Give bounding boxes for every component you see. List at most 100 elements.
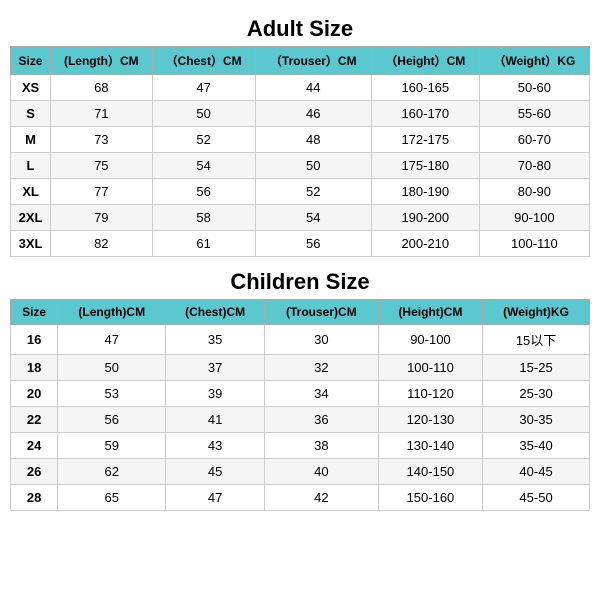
table-cell: 61 xyxy=(152,231,255,257)
table-cell: 90-100 xyxy=(378,325,482,355)
children-size-table: Size(Length)CM(Chest)CM(Trouser)CM(Heigh… xyxy=(10,299,590,511)
table-cell: 50 xyxy=(58,355,166,381)
table-cell: 68 xyxy=(51,75,153,101)
adult-size-title: Adult Size xyxy=(247,16,353,42)
table-cell: 47 xyxy=(58,325,166,355)
table-cell: 24 xyxy=(11,433,58,459)
children-col-header: (Trouser)CM xyxy=(264,300,378,325)
table-cell: 47 xyxy=(166,485,265,511)
table-cell: 37 xyxy=(166,355,265,381)
table-cell: 73 xyxy=(51,127,153,153)
table-cell: XS xyxy=(11,75,51,101)
table-cell: 54 xyxy=(255,205,371,231)
table-row: 20533934110-12025-30 xyxy=(11,381,590,407)
table-cell: 48 xyxy=(255,127,371,153)
table-cell: 50-60 xyxy=(479,75,589,101)
table-cell: 71 xyxy=(51,101,153,127)
table-cell: 56 xyxy=(58,407,166,433)
table-cell: 44 xyxy=(255,75,371,101)
table-cell: 30 xyxy=(264,325,378,355)
table-row: 3XL826156200-210100-110 xyxy=(11,231,590,257)
table-cell: 3XL xyxy=(11,231,51,257)
table-row: M735248172-17560-70 xyxy=(11,127,590,153)
table-cell: 190-200 xyxy=(371,205,479,231)
table-cell: 110-120 xyxy=(378,381,482,407)
table-cell: 39 xyxy=(166,381,265,407)
table-cell: L xyxy=(11,153,51,179)
table-cell: 62 xyxy=(58,459,166,485)
table-cell: 47 xyxy=(152,75,255,101)
adult-col-header: Size xyxy=(11,47,51,75)
table-cell: 15以下 xyxy=(483,325,590,355)
table-cell: 52 xyxy=(152,127,255,153)
adult-col-header: （Trouser）CM xyxy=(255,47,371,75)
table-cell: 20 xyxy=(11,381,58,407)
table-cell: 56 xyxy=(152,179,255,205)
table-cell: 100-110 xyxy=(479,231,589,257)
table-cell: 160-170 xyxy=(371,101,479,127)
table-cell: 50 xyxy=(152,101,255,127)
table-cell: 46 xyxy=(255,101,371,127)
table-cell: XL xyxy=(11,179,51,205)
adult-col-header: （Chest）CM xyxy=(152,47,255,75)
table-cell: 32 xyxy=(264,355,378,381)
table-cell: 42 xyxy=(264,485,378,511)
table-cell: 75 xyxy=(51,153,153,179)
table-cell: 80-90 xyxy=(479,179,589,205)
table-row: XS684744160-16550-60 xyxy=(11,75,590,101)
table-cell: 200-210 xyxy=(371,231,479,257)
table-cell: 53 xyxy=(58,381,166,407)
children-col-header: (Length)CM xyxy=(58,300,166,325)
table-cell: 2XL xyxy=(11,205,51,231)
table-row: 18503732100-11015-25 xyxy=(11,355,590,381)
table-cell: 34 xyxy=(264,381,378,407)
table-cell: 45 xyxy=(166,459,265,485)
table-cell: 70-80 xyxy=(479,153,589,179)
table-cell: 16 xyxy=(11,325,58,355)
table-row: 28654742150-16045-50 xyxy=(11,485,590,511)
table-cell: 25-30 xyxy=(483,381,590,407)
table-cell: 54 xyxy=(152,153,255,179)
table-cell: 40-45 xyxy=(483,459,590,485)
table-cell: 28 xyxy=(11,485,58,511)
adult-col-header: （Weight）KG xyxy=(479,47,589,75)
table-row: L755450175-18070-80 xyxy=(11,153,590,179)
table-cell: 172-175 xyxy=(371,127,479,153)
table-cell: 35-40 xyxy=(483,433,590,459)
table-row: 26624540140-15040-45 xyxy=(11,459,590,485)
table-row: S715046160-17055-60 xyxy=(11,101,590,127)
children-col-header: (Chest)CM xyxy=(166,300,265,325)
table-cell: 175-180 xyxy=(371,153,479,179)
table-cell: 100-110 xyxy=(378,355,482,381)
table-cell: 60-70 xyxy=(479,127,589,153)
table-cell: 56 xyxy=(255,231,371,257)
adult-size-table: Size(Length）CM（Chest）CM（Trouser）CM（Heigh… xyxy=(10,46,590,257)
table-cell: 26 xyxy=(11,459,58,485)
table-row: 2XL795854190-20090-100 xyxy=(11,205,590,231)
table-cell: 59 xyxy=(58,433,166,459)
table-row: 24594338130-14035-40 xyxy=(11,433,590,459)
table-cell: 22 xyxy=(11,407,58,433)
table-cell: 38 xyxy=(264,433,378,459)
table-cell: 40 xyxy=(264,459,378,485)
table-cell: 82 xyxy=(51,231,153,257)
table-cell: 140-150 xyxy=(378,459,482,485)
table-row: XL775652180-19080-90 xyxy=(11,179,590,205)
children-col-header: Size xyxy=(11,300,58,325)
table-cell: 160-165 xyxy=(371,75,479,101)
table-cell: 55-60 xyxy=(479,101,589,127)
adult-col-header: (Length）CM xyxy=(51,47,153,75)
table-cell: 180-190 xyxy=(371,179,479,205)
table-cell: 36 xyxy=(264,407,378,433)
children-col-header: (Height)CM xyxy=(378,300,482,325)
children-col-header: (Weight)KG xyxy=(483,300,590,325)
table-cell: 45-50 xyxy=(483,485,590,511)
table-cell: 30-35 xyxy=(483,407,590,433)
table-cell: M xyxy=(11,127,51,153)
table-cell: 77 xyxy=(51,179,153,205)
table-cell: 150-160 xyxy=(378,485,482,511)
table-cell: 35 xyxy=(166,325,265,355)
table-cell: 90-100 xyxy=(479,205,589,231)
adult-col-header: （Height）CM xyxy=(371,47,479,75)
table-cell: 50 xyxy=(255,153,371,179)
